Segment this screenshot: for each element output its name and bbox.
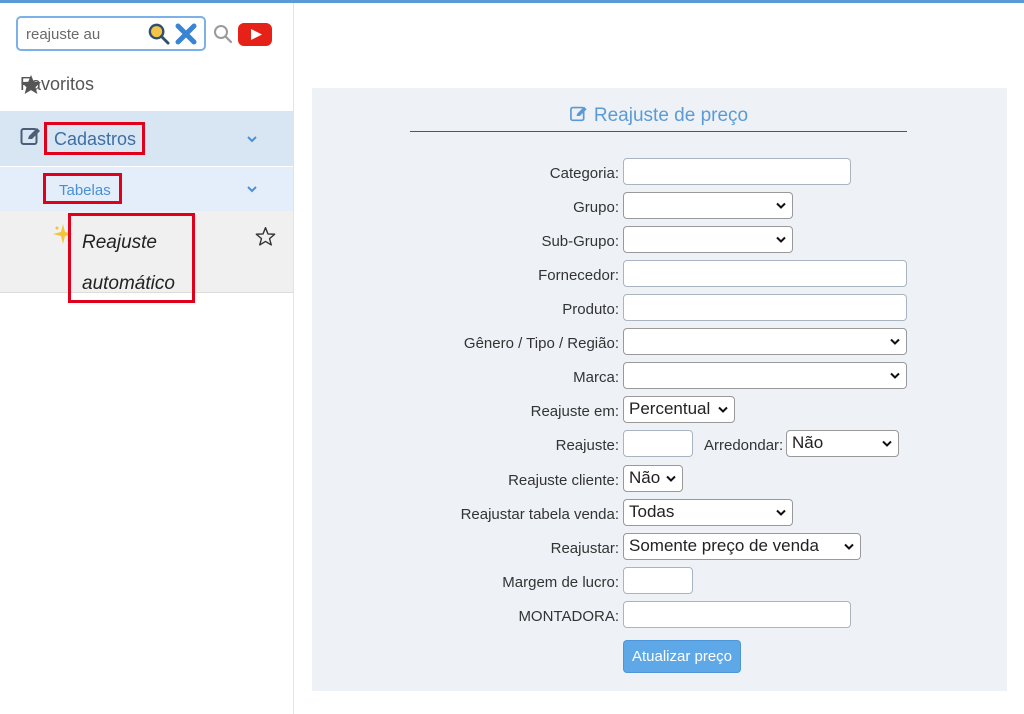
chevron-down-icon: [776, 202, 786, 209]
montadora-input[interactable]: [623, 601, 851, 628]
sidebar: Favoritos Cadastros Tabelas Reajuste aut…: [0, 3, 294, 714]
update-price-button[interactable]: Atualizar preço: [623, 640, 741, 673]
edit-icon: [20, 128, 40, 145]
reajustar-tabela-label: Reajustar tabela venda:: [460, 506, 619, 523]
produto-input[interactable]: [623, 294, 907, 321]
categoria-input[interactable]: [623, 158, 851, 185]
reajuste-label-line2: automático: [82, 273, 175, 294]
subgrupo-select[interactable]: [623, 226, 793, 253]
reajuste-label: Reajuste:: [555, 437, 619, 454]
marca-label: Marca:: [573, 369, 619, 386]
reajustar-label: Reajustar:: [550, 540, 619, 557]
chevron-down-icon[interactable]: [246, 133, 258, 145]
star-outline-icon[interactable]: [255, 226, 276, 246]
sidebar-item-reajuste-label: Reajuste automático: [68, 213, 195, 303]
youtube-icon[interactable]: [238, 23, 272, 46]
reajuste-cliente-label: Reajuste cliente:: [508, 472, 619, 489]
sidebar-item-cadastros-label: Cadastros: [44, 122, 146, 155]
reajustar-tabela-value: Todas: [629, 502, 675, 521]
reajustar-tabela-select[interactable]: Todas: [623, 499, 793, 526]
arredondar-label: Arredondar:: [704, 437, 784, 454]
chevron-down-icon: [718, 406, 728, 413]
genero-label: Gênero / Tipo / Região:: [463, 335, 619, 352]
chevron-down-icon: [776, 236, 786, 243]
grupo-select[interactable]: [623, 192, 793, 219]
form-title: Reajuste de preço: [410, 105, 907, 131]
reajuste-form-panel: Reajuste de preço Categoria: Grupo: Sub-…: [312, 88, 1007, 691]
montadora-label: MONTADORA:: [518, 608, 619, 625]
search-box[interactable]: [16, 16, 206, 51]
reajuste-em-value: Percentual: [629, 399, 711, 418]
chevron-down-icon: [882, 440, 892, 447]
edit-icon: [569, 106, 587, 122]
magnifier-icon[interactable]: [213, 24, 233, 44]
reajustar-value: Somente preço de venda: [629, 536, 819, 555]
chevron-down-icon: [890, 338, 900, 345]
genero-select[interactable]: [623, 328, 907, 355]
search-lens-icon[interactable]: [147, 22, 170, 45]
reajustar-select[interactable]: Somente preço de venda: [623, 533, 861, 560]
chevron-down-icon: [844, 543, 854, 550]
chevron-down-icon[interactable]: [246, 183, 258, 195]
chevron-down-icon: [666, 475, 676, 482]
arredondar-value: Não: [792, 433, 824, 452]
margem-input[interactable]: [623, 567, 693, 594]
reajuste-input[interactable]: [623, 430, 693, 457]
arredondar-select[interactable]: Não: [786, 430, 899, 457]
produto-label: Produto:: [562, 301, 619, 318]
reajuste-label-line1: Reajuste: [82, 232, 157, 253]
margem-label: Margem de lucro:: [502, 574, 619, 591]
search-input[interactable]: [26, 24, 144, 44]
chevron-down-icon: [890, 372, 900, 379]
sidebar-item-tabelas[interactable]: Tabelas: [0, 167, 293, 211]
reajuste-cliente-select[interactable]: Não: [623, 465, 683, 492]
fornecedor-label: Fornecedor:: [538, 267, 619, 284]
grupo-label: Grupo:: [573, 199, 619, 216]
sidebar-item-tabelas-label: Tabelas: [43, 173, 122, 204]
favorites-item[interactable]: Favoritos: [20, 71, 94, 97]
reajuste-cliente-value: Não: [629, 468, 661, 487]
favorites-label: Favoritos: [20, 73, 95, 94]
categoria-label: Categoria:: [549, 165, 619, 182]
form-title-text: Reajuste de preço: [593, 105, 749, 126]
chevron-down-icon: [776, 509, 786, 516]
sidebar-item-cadastros[interactable]: Cadastros: [0, 111, 293, 166]
reajuste-em-label: Reajuste em:: [530, 403, 619, 420]
sidebar-item-reajuste-automatico[interactable]: Reajuste automático: [0, 211, 293, 303]
marca-select[interactable]: [623, 362, 907, 389]
reajuste-em-select[interactable]: Percentual: [623, 396, 735, 423]
fornecedor-input[interactable]: [623, 260, 907, 287]
clear-x-icon[interactable]: [174, 22, 198, 46]
title-divider: [410, 131, 907, 132]
subgrupo-label: Sub-Grupo:: [541, 233, 619, 250]
